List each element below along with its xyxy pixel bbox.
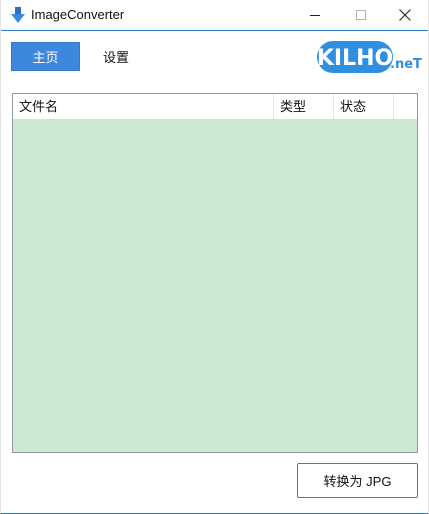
logo-suffix-text: .neT [390, 57, 422, 72]
download-arrow-icon [11, 7, 25, 23]
title-bar[interactable]: ImageConverter [1, 0, 428, 31]
column-header-status[interactable]: 状态 [334, 94, 394, 119]
kilho-logo: KILHO .neT [317, 41, 422, 73]
minimize-button[interactable] [292, 0, 338, 30]
logo-main-text: KILHO [317, 46, 393, 71]
close-button[interactable] [382, 0, 428, 30]
convert-to-jpg-button[interactable]: 转换为 JPG [297, 463, 418, 498]
minimize-icon [310, 15, 320, 16]
maximize-button[interactable] [338, 0, 384, 30]
column-header-filename[interactable]: 文件名 [13, 94, 274, 119]
column-header-type[interactable]: 类型 [274, 94, 334, 119]
window-title: ImageConverter [31, 7, 125, 22]
file-list-header: 文件名 类型 状态 [13, 94, 417, 119]
app-window: ImageConverter 主页 设置 KILHO .neT 文件名 类型 状… [0, 0, 429, 514]
maximize-icon [356, 10, 366, 20]
file-list[interactable]: 文件名 类型 状态 [12, 93, 418, 453]
close-icon [399, 9, 411, 21]
nav-home-button[interactable]: 主页 [11, 42, 80, 71]
column-header-spacer [394, 94, 417, 119]
nav-settings-button[interactable]: 设置 [90, 42, 142, 71]
